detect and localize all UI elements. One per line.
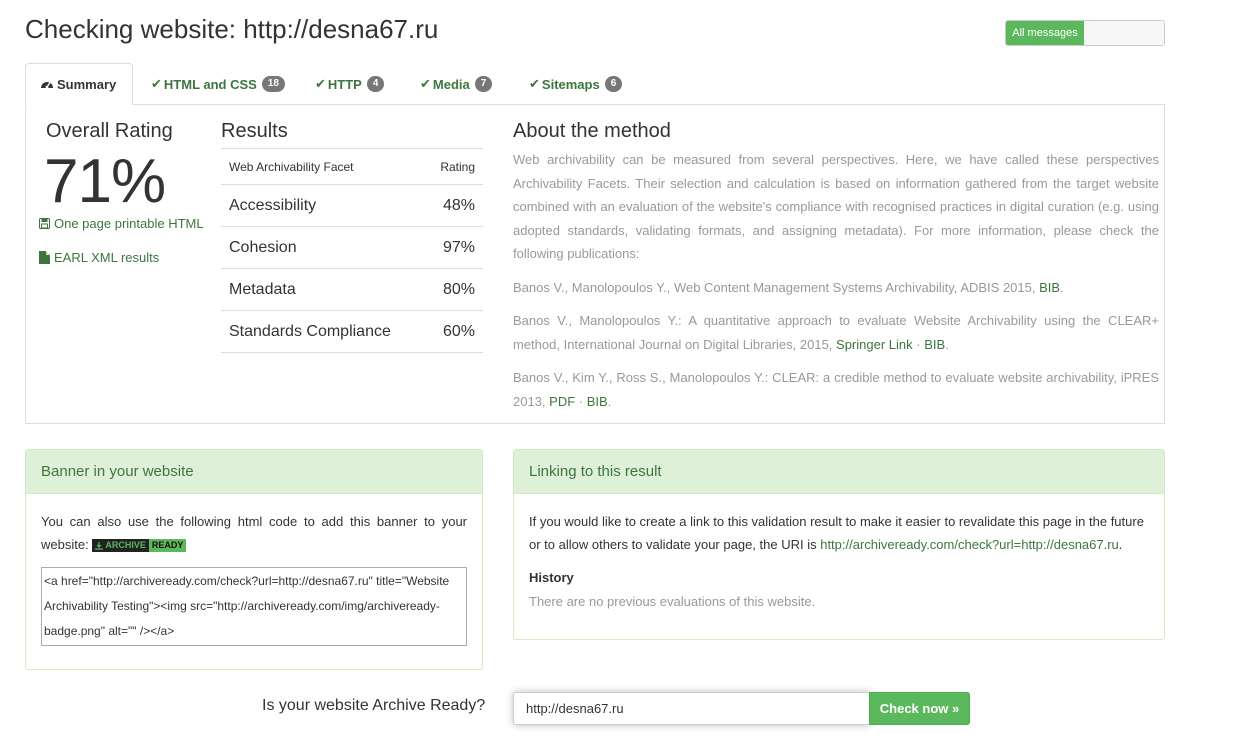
- table-row: Metadata 80%: [221, 268, 483, 311]
- pdf-link[interactable]: PDF: [549, 394, 575, 409]
- punctuation: .: [1060, 280, 1064, 295]
- table-header-row: Web Archivability Facet Rating: [221, 148, 483, 185]
- tab-label: HTML and CSS: [163, 76, 257, 92]
- springer-link[interactable]: Springer Link: [836, 337, 913, 352]
- count-badge: 4: [366, 76, 385, 92]
- about-intro: Web archivability can be measured from s…: [513, 152, 1159, 261]
- tab-label: HTTP: [327, 76, 362, 92]
- count-badge: 18: [261, 76, 285, 92]
- linking-panel-heading: Linking to this result: [514, 450, 1164, 494]
- facet-rating: 80%: [424, 268, 483, 311]
- banner-code-textarea[interactable]: <a href="http://archiveready.com/check?u…: [41, 567, 467, 646]
- punctuation: .: [1118, 537, 1123, 552]
- facet-name: Metadata: [221, 268, 425, 311]
- facet-rating: 48%: [424, 184, 483, 227]
- archive-ready-question: Is your website Archive Ready?: [262, 697, 486, 714]
- results-table: Web Archivability Facet Rating Accessibi…: [221, 148, 483, 353]
- table-row: Accessibility 48%: [221, 184, 483, 227]
- archive-ready-badge: ARCHIVE READY: [92, 539, 187, 553]
- facet-rating: 60%: [424, 310, 483, 353]
- file-icon: [39, 251, 54, 264]
- table-row: Cohesion 97%: [221, 226, 483, 269]
- check-icon: ✔: [420, 76, 431, 91]
- earl-xml-link[interactable]: EARL XML results: [39, 250, 159, 265]
- check-icon: ✔: [529, 76, 540, 91]
- check-now-button[interactable]: Check now »: [869, 692, 970, 725]
- overall-rating-title: Overall Rating: [46, 120, 173, 142]
- about-title: About the method: [513, 120, 671, 142]
- link-label: EARL XML results: [54, 250, 160, 265]
- punctuation: .: [607, 393, 612, 409]
- facet-name: Accessibility: [221, 184, 425, 227]
- results-title: Results: [221, 120, 288, 142]
- badge-left: ARCHIVE: [92, 539, 149, 553]
- result-uri-link[interactable]: http://archiveready.com/check?url=http:/…: [820, 537, 1119, 552]
- tab-bar: Summary ✔ HTML and CSS 18 ✔ HTTP 4 ✔ Med…: [25, 63, 1165, 105]
- download-icon: [95, 541, 104, 550]
- tab-media[interactable]: ✔ Media 7: [406, 63, 506, 105]
- printable-html-link[interactable]: One page printable HTML: [39, 216, 204, 231]
- col-rating-header: Rating: [424, 148, 483, 185]
- overall-rating-value: 71%: [44, 147, 166, 216]
- badge-right: READY: [148, 539, 187, 553]
- history-text: There are no previous evaluations of thi…: [529, 594, 816, 609]
- history-title: History: [529, 570, 574, 585]
- table-row: Standards Compliance 60%: [221, 310, 483, 353]
- linking-description: If you would like to create a link to th…: [529, 510, 1150, 556]
- facet-rating: 97%: [424, 226, 483, 269]
- tab-http[interactable]: ✔ HTTP 4: [301, 63, 398, 105]
- facet-name: Standards Compliance: [221, 310, 425, 353]
- publication-2: Banos V., Manolopoulos Y.: A quantitativ…: [513, 309, 1159, 356]
- count-badge: 6: [604, 76, 623, 92]
- toggle-label: All messages: [1006, 21, 1084, 45]
- count-badge: 7: [474, 76, 493, 92]
- tab-summary[interactable]: Summary: [25, 63, 133, 105]
- publication-1: Banos V., Manolopoulos Y., Web Content M…: [513, 276, 1159, 300]
- banner-description: You can also use the following html code…: [41, 510, 467, 556]
- url-input[interactable]: [513, 692, 870, 725]
- separator: ·: [575, 393, 587, 409]
- tab-html-css[interactable]: ✔ HTML and CSS 18: [137, 63, 299, 105]
- banner-panel-heading: Banner in your website: [26, 450, 482, 494]
- tab-label: Summary: [57, 76, 117, 92]
- link-label: One page printable HTML: [54, 216, 204, 231]
- tab-sitemaps[interactable]: ✔ Sitemaps 6: [515, 63, 636, 105]
- toggle-off-area[interactable]: [1084, 21, 1164, 45]
- bib-link[interactable]: BIB: [587, 394, 608, 409]
- punctuation: .: [945, 336, 949, 352]
- separator: ·: [912, 336, 925, 352]
- check-icon: ✔: [151, 76, 162, 91]
- page-title: Checking website: http://desna67.ru: [25, 14, 439, 44]
- facet-name: Cohesion: [221, 226, 425, 269]
- badge-left-text: ARCHIVE: [105, 540, 146, 551]
- col-facet-header: Web Archivability Facet: [221, 148, 425, 185]
- save-icon: [39, 218, 54, 229]
- all-messages-toggle[interactable]: All messages: [1005, 20, 1165, 46]
- bib-link[interactable]: BIB: [1039, 280, 1060, 295]
- publication-3: Banos V., Kim Y., Ross S., Manolopoulos …: [513, 366, 1159, 413]
- tab-label: Media: [432, 76, 470, 92]
- tab-label: Sitemaps: [541, 76, 600, 92]
- check-icon: ✔: [315, 76, 326, 91]
- bib-link[interactable]: BIB: [924, 337, 945, 352]
- dashboard-icon: [40, 78, 54, 90]
- publication-text: Banos V., Manolopoulos Y., Web Content M…: [513, 280, 1040, 295]
